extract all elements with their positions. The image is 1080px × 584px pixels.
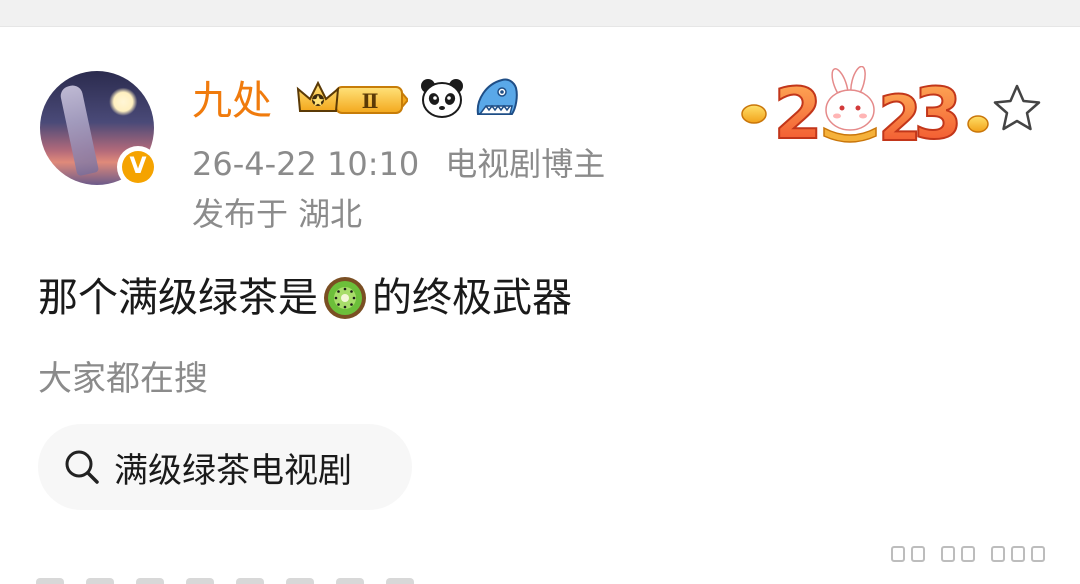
- watermark-mark: [891, 546, 1045, 562]
- year-digit-1: 2: [774, 73, 823, 150]
- rabbit-2023-badge[interactable]: 2 3 2: [740, 66, 990, 150]
- trending-label: 大家都在搜: [38, 359, 208, 399]
- verified-mark: V: [122, 151, 154, 183]
- author-name[interactable]: 九处: [192, 76, 272, 126]
- post-meta: 26-4-22 10:10 电视剧博主: [192, 143, 605, 185]
- level-badge-text: Ⅱ: [362, 89, 379, 113]
- post-text-before: 那个满级绿茶是: [38, 275, 318, 321]
- post-text-after: 的终极武器: [372, 275, 572, 321]
- top-divider: [0, 26, 1080, 27]
- avatar-figure: [58, 83, 100, 177]
- star-icon[interactable]: [990, 82, 1044, 134]
- top-bar: [0, 0, 1080, 26]
- shark-icon[interactable]: [472, 76, 520, 120]
- verified-badge-icon: V: [117, 146, 159, 188]
- search-icon: [65, 450, 99, 484]
- post-location: 发布于 湖北: [192, 195, 363, 233]
- crown-badge-icon[interactable]: Ⅱ: [296, 81, 408, 119]
- cutoff-row: [36, 572, 456, 584]
- post-content: 那个满级绿茶是 的终极武器: [38, 272, 572, 324]
- rabbit-figure: [823, 66, 877, 143]
- year-digit-3: 2: [878, 82, 921, 150]
- author-role[interactable]: 电视剧博主: [445, 145, 605, 183]
- trending-search-text: 满级绿茶电视剧: [114, 450, 352, 491]
- post-timestamp: 26-4-22 10:10: [192, 145, 420, 183]
- panda-icon[interactable]: [419, 77, 465, 119]
- trending-search-chip[interactable]: 满级绿茶电视剧: [38, 424, 412, 510]
- kiwi-emoji: [324, 277, 366, 319]
